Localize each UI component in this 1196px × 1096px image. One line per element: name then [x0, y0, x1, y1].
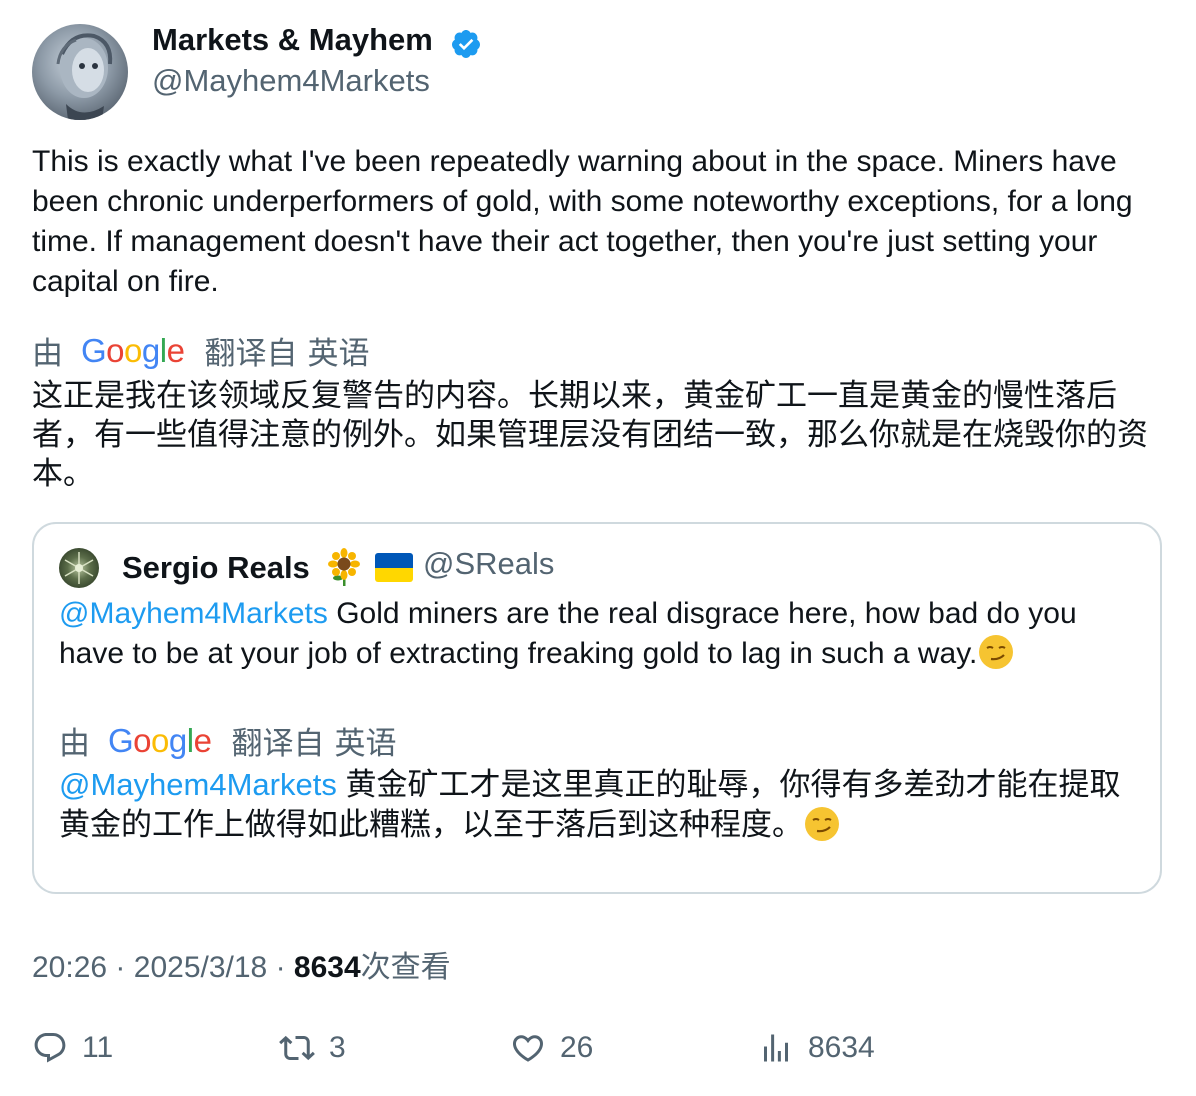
translation-label: 由 Google 翻译自 英语	[32, 328, 369, 373]
translation-by: 由	[32, 336, 63, 371]
translation-language: 英语	[307, 336, 370, 371]
quote-author-name: Sergio Reals	[122, 550, 310, 585]
verified-badge-icon	[452, 30, 480, 58]
quoted-tweet[interactable]: Sergio Reals @SReals @Mayhem4Markets Gol…	[32, 522, 1162, 894]
quote-translation-language: 英语	[334, 726, 397, 761]
quote-translated-mention[interactable]: @Mayhem4Markets	[59, 767, 337, 802]
google-logo[interactable]: Google	[81, 332, 185, 370]
author-handle[interactable]: @Mayhem4Markets	[152, 63, 430, 99]
reply-icon	[34, 1033, 66, 1063]
like-button[interactable]: 26	[510, 1030, 593, 1066]
author-name[interactable]: Markets & Mayhem	[152, 22, 433, 58]
views-button[interactable]: 8634	[758, 1030, 875, 1066]
meta-separator: ·	[275, 951, 286, 984]
translation-from: 翻译自	[204, 336, 298, 371]
tweet-text: This is exactly what I've been repeatedl…	[32, 145, 1133, 298]
tweet-meta: 20:26 · 2025/3/18 · 8634次查看	[32, 942, 451, 986]
quote-google-logo[interactable]: Google	[108, 722, 212, 760]
quote-mention[interactable]: @Mayhem4Markets	[59, 597, 328, 630]
sunflower-icon	[328, 548, 360, 586]
like-count: 26	[560, 1031, 594, 1064]
tweet-date[interactable]: 2025/3/18	[134, 951, 267, 984]
quote-avatar	[59, 548, 99, 588]
retweet-button[interactable]: 3	[279, 1030, 346, 1066]
tweet: Markets & Mayhem @Mayhem4Markets This is…	[0, 0, 1196, 1096]
reply-button[interactable]: 11	[32, 1030, 113, 1066]
smirk-emoji-icon	[805, 807, 839, 841]
retweet-count: 3	[329, 1031, 346, 1064]
views-count: 8634	[293, 951, 361, 984]
smirk-emoji-icon	[979, 635, 1014, 669]
views-icon	[764, 1034, 788, 1062]
quote-author-handle: @SReals	[423, 546, 555, 581]
quote-translation-from: 翻译自	[231, 726, 325, 761]
avatar[interactable]	[32, 24, 128, 120]
quote-translated-text: @Mayhem4Markets 黄金矿工才是这里真正的耻辱，你得有多差劲才能在提…	[59, 765, 1144, 845]
ukraine-flag-icon	[375, 553, 413, 582]
translated-text: 这正是我在该领域反复警告的内容。长期以来，黄金矿工一直是黄金的慢性落后者，有一些…	[32, 378, 1148, 491]
quote-translation-label: 由 Google 翻译自 英语	[59, 718, 396, 763]
heart-icon	[512, 1035, 544, 1062]
views-label: 次查看	[360, 951, 451, 984]
tweet-time[interactable]: 20:26	[32, 951, 107, 984]
retweet-icon	[279, 1035, 315, 1061]
views-action-count: 8634	[808, 1031, 875, 1064]
quote-translation-by: 由	[59, 726, 90, 761]
meta-separator: ·	[115, 951, 126, 984]
reply-count: 11	[82, 1031, 114, 1064]
quote-text: @Mayhem4Markets Gold miners are the real…	[59, 594, 1144, 674]
